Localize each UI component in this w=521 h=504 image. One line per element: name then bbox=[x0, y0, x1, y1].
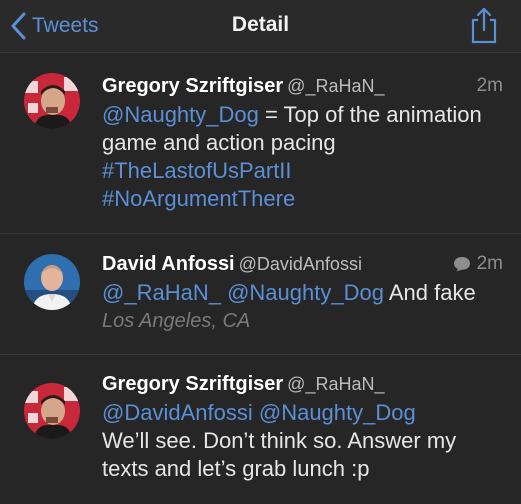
timestamp: 2m bbox=[476, 75, 503, 96]
tweet-item[interactable]: Gregory Szriftgiser @_RaHaN_ @DavidAnfoss… bbox=[0, 355, 521, 504]
tweet-location[interactable]: Los Angeles, CA bbox=[102, 307, 503, 335]
tweet-header: Gregory Szriftgiser @_RaHaN_ bbox=[102, 73, 503, 99]
author-name[interactable]: Gregory Szriftgiser bbox=[102, 75, 283, 97]
timestamp-with-reply: 2m bbox=[453, 251, 503, 277]
mention-link[interactable]: @Naughty_Dog bbox=[259, 400, 416, 425]
author-name[interactable]: Gregory Szriftgiser bbox=[102, 373, 283, 395]
author-name[interactable]: David Anfossi bbox=[102, 253, 235, 275]
mention-link[interactable]: @Naughty_Dog bbox=[102, 102, 259, 127]
hashtag-link[interactable]: #NoArgumentThere bbox=[102, 186, 295, 211]
author-handle[interactable]: @_RaHaN_ bbox=[287, 374, 384, 394]
tweet-text: @_RaHaN_ @Naughty_Dog And fake bbox=[102, 279, 503, 307]
mention-link[interactable]: @DavidAnfossi bbox=[102, 400, 253, 425]
tweet-header: David Anfossi @DavidAnfossi bbox=[102, 251, 503, 277]
avatar-image bbox=[24, 73, 80, 129]
mention-link[interactable]: @_RaHaN_ bbox=[102, 280, 221, 305]
page-title: Detail bbox=[231, 13, 290, 36]
tweet-header: Gregory Szriftgiser @_RaHaN_ bbox=[102, 371, 503, 397]
tweet-text-segment: We’ll see. Don’t think so. Answer my tex… bbox=[102, 428, 457, 481]
tweet-item[interactable]: David Anfossi @DavidAnfossi 2m @_RaHaN_ @… bbox=[0, 234, 521, 354]
tweet-text-segment: And fake bbox=[383, 280, 476, 305]
author-handle[interactable]: @_RaHaN_ bbox=[287, 76, 384, 96]
reply-bubble-icon bbox=[453, 257, 470, 272]
avatar[interactable] bbox=[24, 254, 80, 310]
avatar[interactable] bbox=[24, 73, 80, 129]
navigation-bar: Tweets Detail bbox=[0, 0, 521, 53]
tweet-text: @Naughty_Dog = Top of the animation game… bbox=[102, 101, 503, 213]
mention-link[interactable]: @Naughty_Dog bbox=[227, 280, 384, 305]
share-button[interactable] bbox=[469, 6, 499, 44]
avatar-image bbox=[24, 383, 80, 439]
avatar-image bbox=[24, 254, 80, 310]
hashtag-link[interactable]: #TheLastofUsPartII bbox=[102, 158, 292, 183]
timestamp: 2m bbox=[476, 253, 503, 274]
share-icon bbox=[471, 7, 497, 44]
author-handle[interactable]: @DavidAnfossi bbox=[239, 254, 362, 274]
tweet-item[interactable]: Gregory Szriftgiser @_RaHaN_ 2m @Naughty_… bbox=[0, 53, 521, 231]
avatar[interactable] bbox=[24, 383, 80, 439]
tweet-text: @DavidAnfossi @Naughty_Dog We’ll see. Do… bbox=[102, 399, 503, 483]
